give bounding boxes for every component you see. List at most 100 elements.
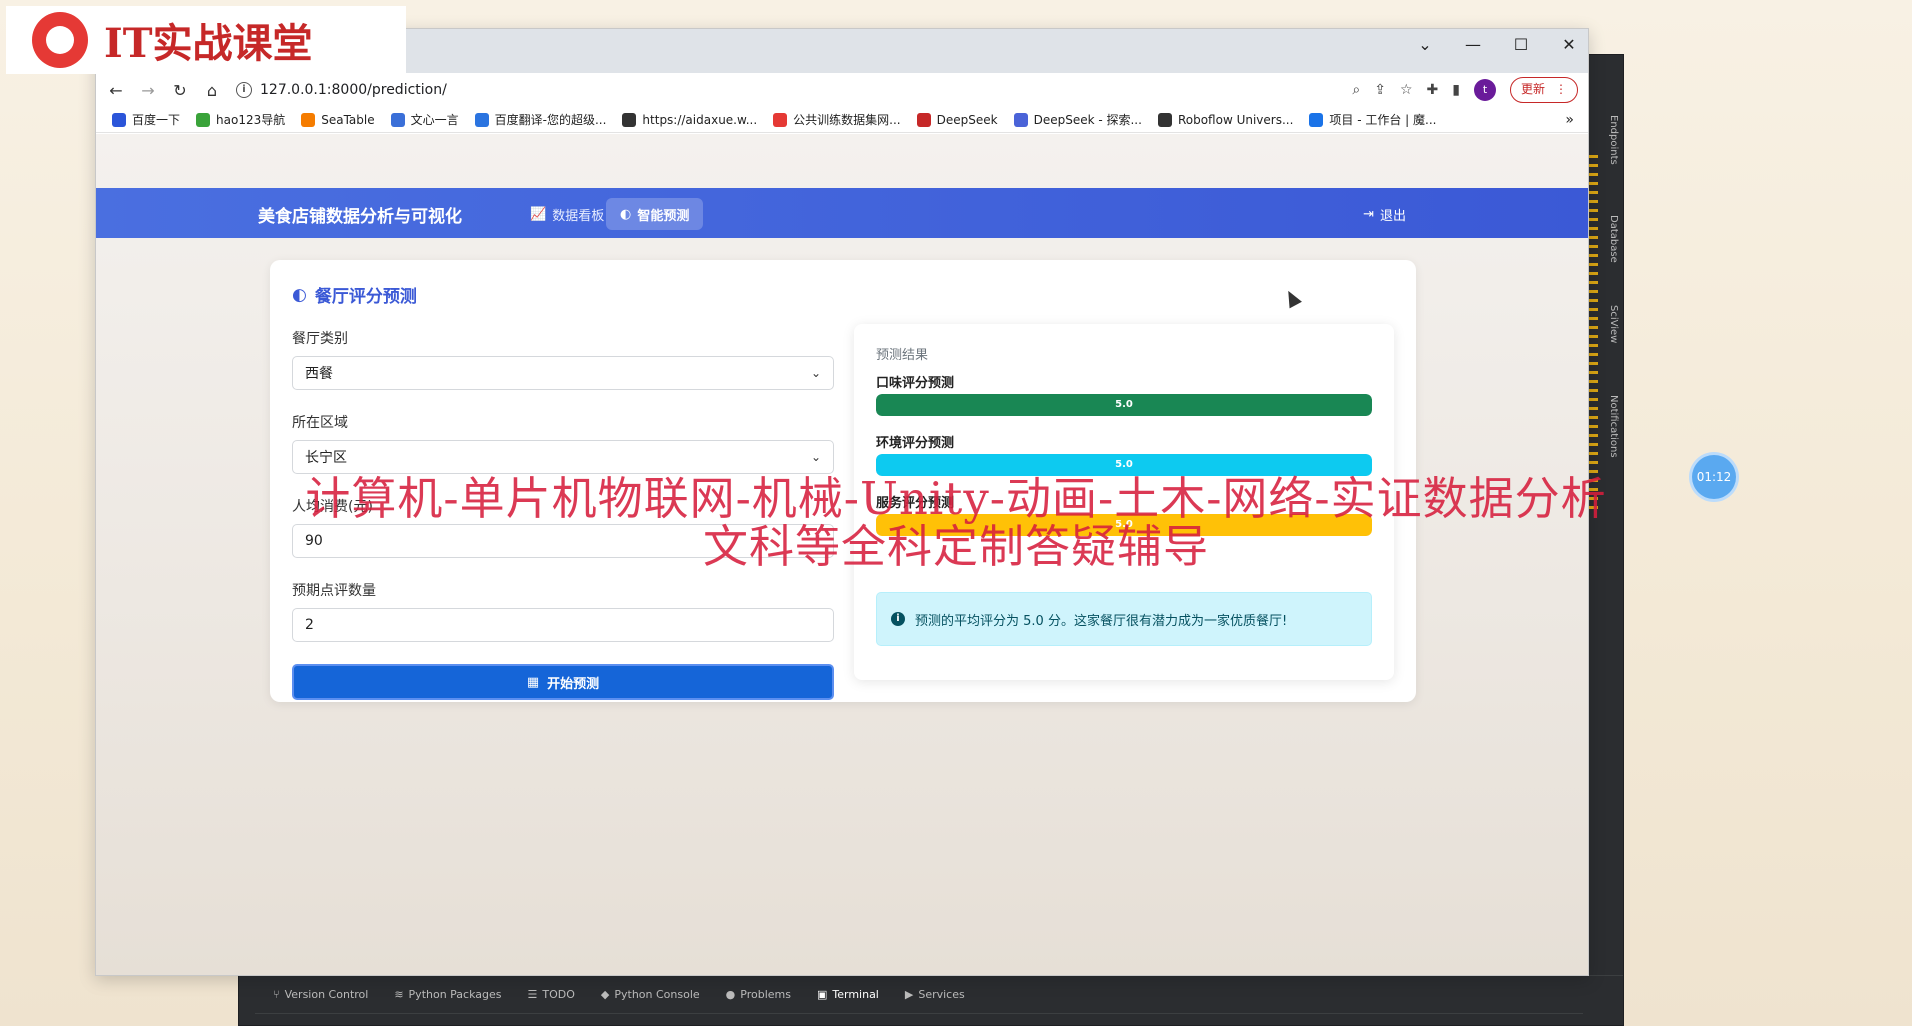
bookmark-favicon-icon [916, 112, 931, 127]
card-title-text: 餐厅评分预测 [314, 287, 417, 307]
back-icon[interactable]: ← [104, 81, 128, 100]
ide-tab-sciview[interactable]: SciView [1595, 305, 1619, 343]
bookmark-label: 项目 - 工作台 | 魔... [1329, 113, 1437, 127]
bookmark-favicon-icon [474, 112, 489, 127]
ide-tab-label: Problems [740, 988, 791, 1001]
ide-tab-todo[interactable]: ☰ TODO [528, 988, 575, 1001]
card-title: ◐ 餐厅评分预测 [292, 282, 417, 308]
url-text: 127.0.0.1:8000/prediction/ [260, 82, 447, 98]
reload-icon[interactable]: ↻ [168, 81, 192, 100]
sign-out-icon: ⇥ [1363, 207, 1374, 222]
side-panel-icon[interactable]: ▮ [1452, 82, 1460, 98]
bookmark-item[interactable]: 文心一言 [390, 111, 459, 128]
nav-prediction-label: 智能预测 [637, 208, 690, 224]
ide-tab-python-console[interactable]: ◆ Python Console [601, 988, 700, 1001]
bookmark-label: Roboflow Univers... [1177, 112, 1294, 127]
minimize-icon[interactable]: — [1462, 35, 1484, 54]
bookmark-item[interactable]: 百度一下 [112, 111, 180, 128]
ide-tab-database[interactable]: Database [1595, 215, 1619, 263]
start-prediction-label: 开始预测 [547, 676, 600, 692]
list-icon: ☰ [527, 988, 538, 1001]
ide-tab-version-control[interactable]: ⑂ Version Control [273, 988, 368, 1001]
nav-prediction[interactable]: ◐ 智能预测 [606, 198, 704, 230]
nav-dashboard[interactable]: 📈 数据看板 [516, 198, 618, 230]
brain-icon: ◐ [292, 284, 307, 305]
bookmark-item[interactable]: 百度翻译-您的超级... [474, 111, 607, 128]
ide-status-bar [255, 1013, 1583, 1025]
forward-icon[interactable]: → [136, 81, 160, 100]
ide-tab-endpoints[interactable]: Endpoints [1595, 115, 1619, 165]
bookmark-label: DeepSeek [936, 112, 998, 127]
maximize-icon[interactable]: ☐ [1510, 35, 1532, 54]
bookmark-item[interactable]: DeepSeek - 探索... [1013, 111, 1142, 128]
bookmark-item[interactable]: 公共训练数据集网... [773, 111, 901, 128]
bookmark-item[interactable]: 项目 - 工作台 | 魔... [1309, 111, 1436, 128]
bookmark-label: hao123导航 [216, 113, 286, 127]
zoom-icon[interactable]: ⌕ [1352, 82, 1360, 98]
ide-tab-services[interactable]: ▶ Services [905, 988, 965, 1001]
warning-icon: ● [725, 988, 736, 1001]
brand-title[interactable]: 美食店铺数据分析与可视化 [258, 202, 462, 227]
watermark-line-2: 文科等全科定制答疑辅导 [702, 520, 1209, 573]
ide-tab-label: Version Control [284, 988, 369, 1001]
chrome-like-logo-icon [32, 12, 88, 68]
more-bookmarks-icon[interactable]: » [1565, 112, 1574, 128]
bookmark-favicon-icon [112, 112, 126, 127]
bookmark-item[interactable]: hao123导航 [196, 111, 285, 128]
ide-tab-problems[interactable]: ● Problems [726, 988, 791, 1001]
chevron-down-icon: ⌄ [810, 366, 821, 380]
home-icon[interactable]: ⌂ [200, 81, 224, 100]
ide-tab-label: Python Console [614, 988, 700, 1001]
info-circle-icon: i [891, 612, 905, 626]
ide-tab-label: Services [918, 988, 965, 1001]
bookmark-item[interactable]: Roboflow Univers... [1157, 112, 1294, 127]
share-icon[interactable]: ⇪ [1374, 82, 1386, 98]
update-button[interactable]: 更新 ⋮ [1509, 77, 1578, 103]
result-title: 预测结果 [876, 348, 929, 363]
bookmark-favicon-icon [1013, 112, 1028, 127]
close-icon[interactable]: ✕ [1558, 35, 1580, 54]
play-icon: ▶ [904, 988, 914, 1001]
calculator-icon: ▦ [526, 674, 540, 690]
terminal-icon: ▣ [816, 988, 828, 1001]
browser-toolbar: ← → ↻ ⌂ i 127.0.0.1:8000/prediction/ ⌕ ⇪… [96, 73, 1588, 107]
bookmark-item[interactable]: SeaTable [301, 112, 375, 127]
alert-text: 预测的平均评分为 5.0 分。这家餐厅很有潜力成为一家优质餐厅! [915, 613, 1288, 629]
bookmark-star-icon[interactable]: ☆ [1400, 82, 1413, 98]
address-bar[interactable]: i 127.0.0.1:8000/prediction/ [236, 76, 1316, 104]
ide-tab-label: Python Packages [408, 988, 502, 1001]
update-label: 更新 [1520, 82, 1545, 96]
top-navbar: 美食店铺数据分析与可视化 📈 数据看板 ◐ 智能预测 ⇥ 退出 [96, 188, 1588, 238]
site-info-icon[interactable]: i [236, 82, 252, 98]
ide-tab-terminal[interactable]: ▣ Terminal [817, 988, 879, 1001]
nav-dashboard-label: 数据看板 [552, 208, 605, 224]
district-label: 所在区域 [292, 415, 348, 431]
bookmark-favicon-icon [1309, 112, 1324, 127]
bookmark-favicon-icon [301, 112, 316, 127]
reviews-input[interactable]: 2 [292, 608, 834, 642]
start-prediction-button[interactable]: ▦ 开始预测 [292, 664, 834, 700]
reviews-label: 预期点评数量 [292, 583, 376, 599]
bookmark-favicon-icon [390, 112, 405, 127]
bookmark-item[interactable]: DeepSeek [916, 112, 998, 127]
bookmark-label: 文心一言 [410, 113, 459, 127]
ide-tab-python-packages[interactable]: ≋ Python Packages [394, 988, 501, 1001]
ide-bottom-bar: ⑂ Version Control ≋ Python Packages ☰ TODO … [239, 975, 1623, 1025]
bookmark-favicon-icon [1157, 112, 1172, 127]
logo-text: IT实战课堂 [104, 20, 313, 67]
logout-link[interactable]: ⇥ 退出 [1363, 205, 1406, 224]
average-score-alert: i 预测的平均评分为 5.0 分。这家餐厅很有潜力成为一家优质餐厅! [876, 592, 1372, 646]
bookmarks-bar: 百度一下 hao123导航 SeaTable 文心一言 百度翻译-您的超级... http… [96, 107, 1588, 133]
recording-timer: 01:12 [1692, 455, 1736, 499]
menu-dots-icon: ⋮ [1555, 82, 1567, 96]
bookmark-label: 百度翻译-您的超级... [494, 113, 607, 127]
bookmark-item[interactable]: https://aidaxue.w... [622, 112, 757, 127]
profile-avatar[interactable]: t [1473, 79, 1496, 101]
extensions-icon[interactable]: ✚ [1427, 82, 1439, 98]
category-label: 餐厅类别 [292, 331, 348, 347]
ide-tab-notifications[interactable]: Notifications [1595, 395, 1619, 458]
tab-search-icon[interactable]: ⌄ [1414, 35, 1436, 54]
layers-icon: ≋ [394, 988, 404, 1001]
category-select[interactable]: 西餐 ⌄ [292, 356, 834, 390]
python-icon: ◆ [600, 988, 610, 1001]
